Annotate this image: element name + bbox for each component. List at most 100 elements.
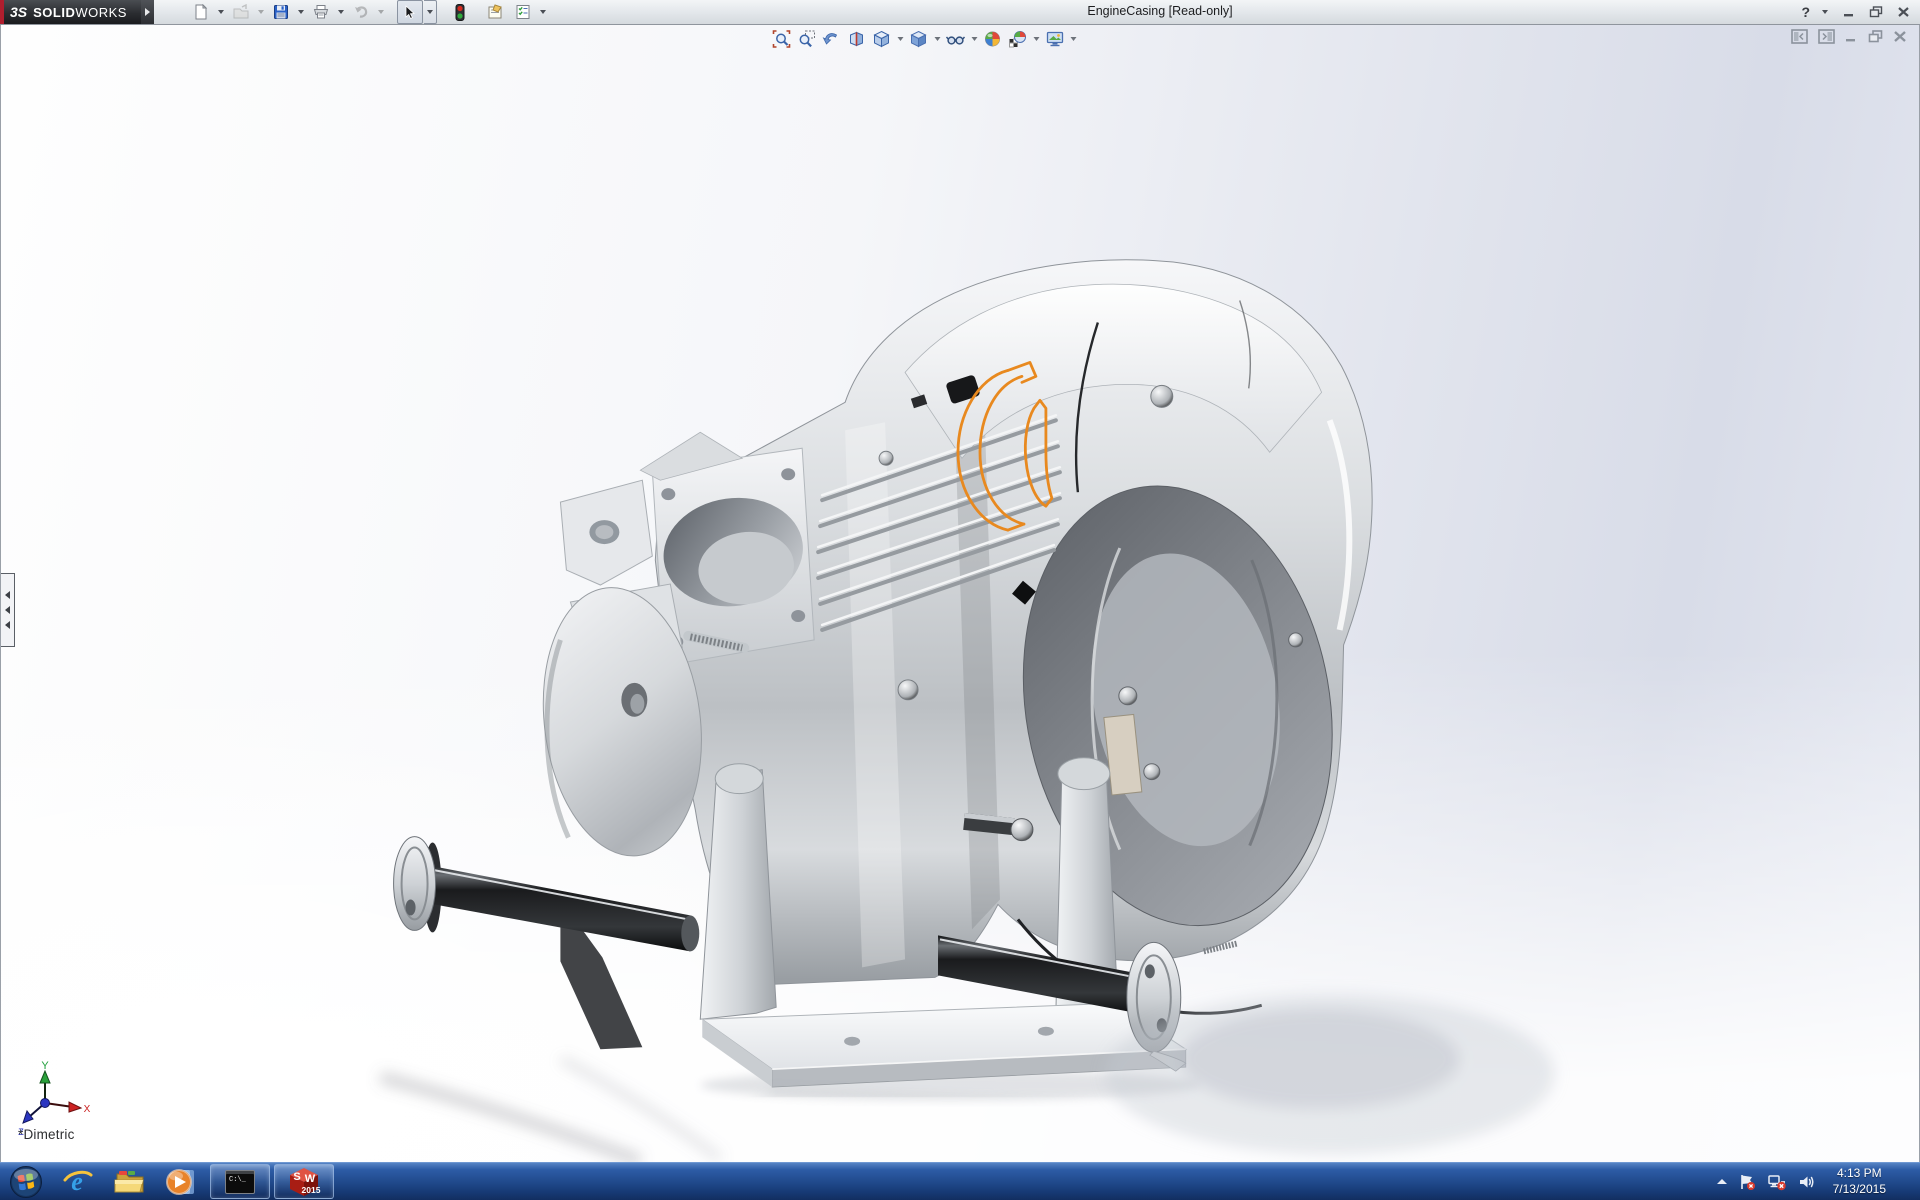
print-button[interactable] <box>308 0 334 24</box>
solidworks-logo: 3S SOLIDWORKS <box>0 0 141 24</box>
previous-view-button[interactable] <box>821 28 843 49</box>
pane-right-toggle-icon[interactable] <box>1818 29 1835 44</box>
undo-icon <box>353 4 369 20</box>
show-hidden-icons-button[interactable] <box>1717 1179 1727 1184</box>
svg-text:2015: 2015 <box>302 1185 321 1195</box>
windows-start-orb-icon <box>9 1165 43 1199</box>
edit-appearance-icon <box>984 30 1002 48</box>
file-properties-icon <box>487 4 504 20</box>
taskbar-item-media-player[interactable] <box>156 1163 208 1200</box>
traffic-light-icon <box>455 4 465 21</box>
taskbar-item-windows-explorer[interactable] <box>104 1163 156 1200</box>
titlebar-controls: ? <box>1801 0 1912 24</box>
options-icon <box>515 4 531 20</box>
section-view-icon <box>848 30 866 48</box>
display-style-dropdown[interactable] <box>933 37 942 41</box>
toolbar-expand-arrow[interactable] <box>141 0 154 24</box>
options-dropdown[interactable] <box>537 1 549 23</box>
view-orientation-dropdown[interactable] <box>896 37 905 41</box>
close-button[interactable] <box>1894 3 1912 21</box>
view-settings-icon <box>1045 30 1064 48</box>
undo-button[interactable] <box>348 0 374 24</box>
view-settings-button[interactable] <box>1044 28 1066 49</box>
media-player-icon <box>166 1167 198 1197</box>
save-button[interactable] <box>268 0 294 24</box>
edit-appearance-button[interactable] <box>982 28 1004 49</box>
traffic-light-button[interactable] <box>447 0 473 24</box>
brand-name: SOLIDWORKS <box>33 5 127 20</box>
doc-close-icon[interactable] <box>1893 30 1907 43</box>
headsup-view-toolbar <box>771 28 1078 49</box>
minimize-button[interactable] <box>1840 3 1858 21</box>
help-dropdown[interactable] <box>1819 1 1831 23</box>
view-settings-dropdown[interactable] <box>1069 37 1078 41</box>
solidworks-window: 3S SOLIDWORKS <box>0 0 1920 1200</box>
open-dropdown[interactable] <box>255 1 267 23</box>
doc-restore-icon[interactable] <box>1868 30 1883 43</box>
pane-left-toggle-icon[interactable] <box>1791 29 1808 44</box>
triad-x-label: X <box>84 1104 91 1115</box>
save-dropdown[interactable] <box>295 1 307 23</box>
restore-icon <box>1869 6 1883 18</box>
display-style-button[interactable] <box>908 28 930 49</box>
svg-text:S: S <box>293 1171 300 1183</box>
section-view-button[interactable] <box>846 28 868 49</box>
windows-taskbar: e C:\_ <box>0 1162 1920 1200</box>
print-dropdown[interactable] <box>335 1 347 23</box>
start-button[interactable] <box>0 1163 52 1200</box>
view-orientation-button[interactable] <box>871 28 893 49</box>
apply-scene-dropdown[interactable] <box>1032 37 1041 41</box>
svg-text:W: W <box>305 1173 316 1185</box>
collapse-arrow-icon <box>5 606 10 614</box>
select-cursor-icon <box>402 5 417 20</box>
restore-button[interactable] <box>1867 3 1885 21</box>
network-disconnected-icon[interactable] <box>1767 1173 1787 1191</box>
document-title: EngineCasing [Read-only] <box>1000 4 1320 18</box>
options-button[interactable] <box>510 0 536 24</box>
taskbar-item-command-prompt[interactable]: C:\_ <box>210 1164 270 1199</box>
taskbar-clock[interactable]: 4:13 PM 7/13/2015 <box>1827 1166 1892 1197</box>
hide-show-items-dropdown[interactable] <box>970 37 979 41</box>
clock-date: 7/13/2015 <box>1833 1182 1886 1198</box>
hide-show-items-icon <box>946 30 966 48</box>
new-document-icon <box>193 4 209 20</box>
taskbar-item-solidworks[interactable]: S W 2015 <box>274 1164 334 1199</box>
zoom-to-area-icon <box>798 30 816 48</box>
close-icon <box>1897 6 1910 18</box>
internet-explorer-icon: e <box>63 1167 93 1197</box>
zoom-to-area-button[interactable] <box>796 28 818 49</box>
help-button[interactable]: ? <box>1801 4 1810 20</box>
save-floppy-icon <box>273 4 289 20</box>
apply-scene-icon <box>1009 30 1027 48</box>
windows-explorer-icon <box>114 1168 146 1196</box>
hide-show-items-button[interactable] <box>945 28 967 49</box>
doc-minimize-icon[interactable] <box>1845 30 1858 43</box>
solidworks-2015-icon: S W 2015 <box>287 1166 321 1198</box>
select-button[interactable] <box>397 0 423 24</box>
zoom-to-fit-icon <box>773 30 791 48</box>
volume-icon[interactable] <box>1798 1173 1816 1191</box>
file-properties-button[interactable] <box>483 0 509 24</box>
action-center-flag-icon[interactable] <box>1738 1173 1756 1191</box>
new-dropdown[interactable] <box>215 1 227 23</box>
open-button[interactable] <box>228 0 254 24</box>
previous-view-icon <box>823 30 841 48</box>
taskbar-item-internet-explorer[interactable]: e <box>52 1163 104 1200</box>
engine-casing-model[interactable] <box>1 25 1919 1162</box>
brand-mark: 3S <box>10 4 27 20</box>
titlebar: 3S SOLIDWORKS <box>0 0 1920 25</box>
clock-time: 4:13 PM <box>1833 1166 1886 1182</box>
select-dropdown[interactable] <box>424 0 437 24</box>
new-button[interactable] <box>188 0 214 24</box>
zoom-to-fit-button[interactable] <box>771 28 793 49</box>
logo-red-accent <box>0 0 4 24</box>
graphics-area[interactable]: Y X Z *Dimetric <box>0 25 1920 1162</box>
system-tray: 4:13 PM 7/13/2015 <box>1717 1163 1920 1200</box>
view-orientation-label: *Dimetric <box>18 1127 75 1142</box>
undo-dropdown[interactable] <box>375 1 387 23</box>
print-icon <box>313 4 329 20</box>
taskbar-empty-area <box>336 1163 1717 1200</box>
minimize-icon <box>1843 6 1855 18</box>
apply-scene-button[interactable] <box>1007 28 1029 49</box>
featuremanager-collapsed-tab[interactable] <box>1 573 15 647</box>
